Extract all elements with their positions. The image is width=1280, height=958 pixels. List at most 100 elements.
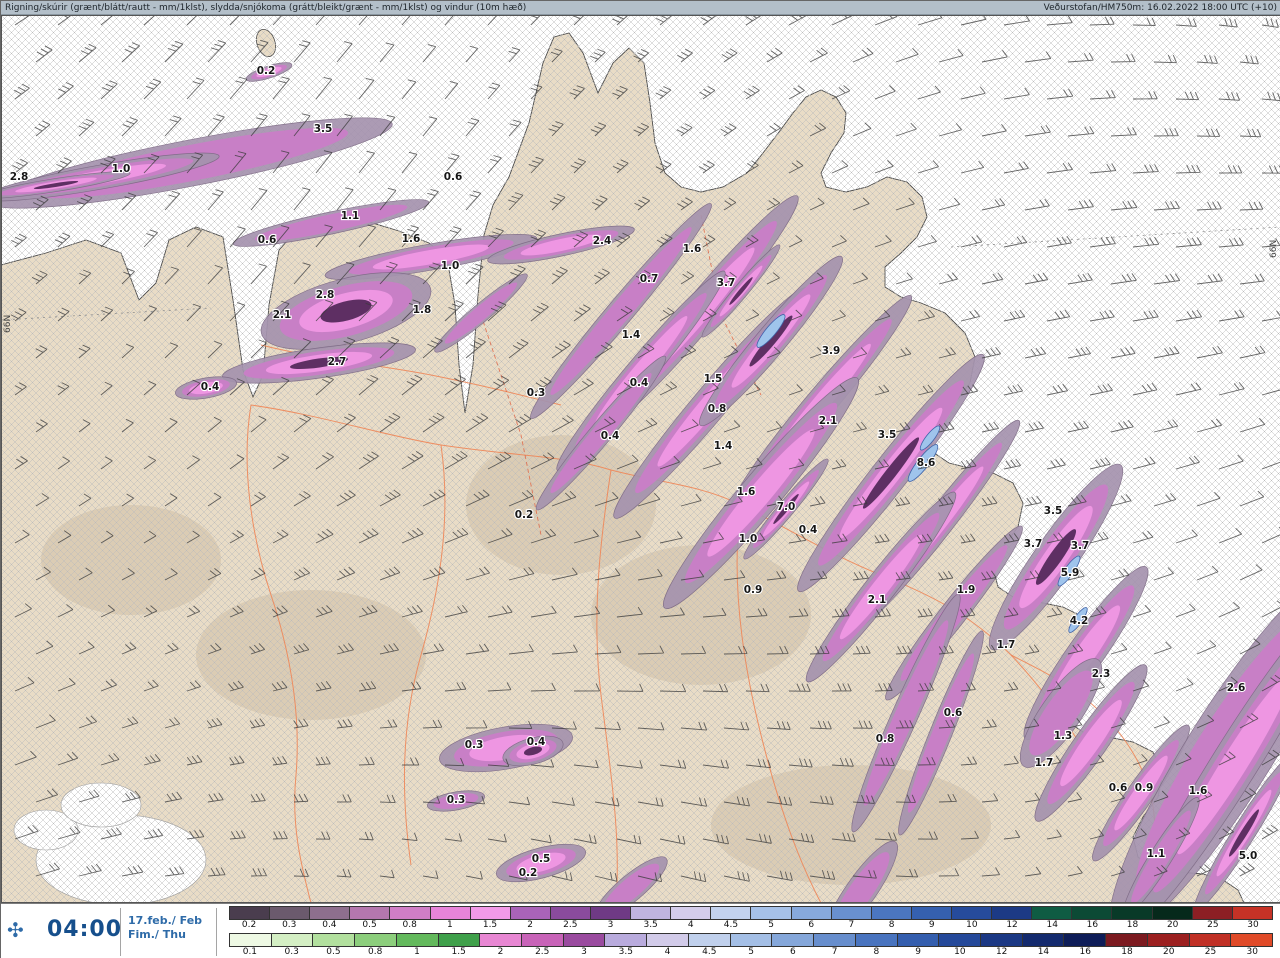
legend-swatch bbox=[1152, 907, 1193, 919]
precip-value-label: 2.7 bbox=[328, 356, 347, 368]
legend-value: 4.5 bbox=[723, 920, 739, 930]
legend-swatch bbox=[590, 907, 632, 919]
precip-value-label: 2.8 bbox=[316, 289, 335, 301]
precip-value-label: 0.4 bbox=[601, 430, 620, 442]
precip-value-label: 4.2 bbox=[1070, 615, 1089, 627]
time-panel: ✣ 04:00 17.feb./ Feb Fim./ Thu bbox=[1, 904, 228, 958]
precip-value-label: 2.1 bbox=[868, 594, 887, 606]
precip-value-label: 0.4 bbox=[799, 524, 818, 536]
legend-swatch bbox=[270, 907, 311, 919]
precip-value-label: 1.4 bbox=[714, 440, 733, 452]
precip-value-label: 0.8 bbox=[876, 733, 895, 745]
legend-swatch bbox=[438, 934, 481, 946]
legend-swatch bbox=[730, 934, 773, 946]
precip-value-label: 1.1 bbox=[1147, 848, 1166, 860]
legend-swatch bbox=[688, 934, 731, 946]
legend-swatch bbox=[396, 934, 439, 946]
rain-scale-swatches bbox=[229, 933, 1273, 947]
legend-value: 0.3 bbox=[284, 947, 299, 957]
legend-swatch bbox=[230, 934, 272, 946]
legend-value: 20 bbox=[1163, 947, 1175, 957]
legend-value: 14 bbox=[1037, 947, 1050, 957]
legend-value: 0.5 bbox=[362, 920, 377, 930]
legend-swatch bbox=[563, 934, 606, 946]
precip-value-label: 0.9 bbox=[1135, 782, 1154, 794]
legend-value: 3.5 bbox=[618, 947, 633, 957]
legend-swatch bbox=[350, 907, 391, 919]
precip-value-label: 0.3 bbox=[447, 794, 466, 806]
precip-value-label: 1.4 bbox=[622, 329, 641, 341]
legend-swatch bbox=[271, 934, 314, 946]
legend-swatch bbox=[751, 907, 792, 919]
legend-value: 3 bbox=[581, 947, 587, 957]
legend-swatch bbox=[711, 907, 752, 919]
precip-value-label: 0.9 bbox=[744, 584, 763, 596]
legend-swatch bbox=[897, 934, 940, 946]
legend-value: 0.8 bbox=[368, 947, 383, 957]
legend-swatch bbox=[1189, 934, 1232, 946]
legend-value: 0.5 bbox=[326, 947, 341, 957]
legend-swatch bbox=[310, 907, 351, 919]
legend-value: 3 bbox=[607, 920, 614, 930]
legend-swatch bbox=[230, 907, 271, 919]
precip-value-label: 0.3 bbox=[527, 387, 546, 399]
precip-value-label: 3.7 bbox=[1024, 538, 1043, 550]
legend-swatch bbox=[1232, 907, 1272, 919]
legend-value: 20 bbox=[1166, 920, 1179, 930]
legend-swatch bbox=[355, 934, 397, 946]
weather-app-window: Rigning/skúrir (grænt/blátt/rautt - mm/1… bbox=[0, 0, 1280, 958]
legend-swatch bbox=[522, 934, 564, 946]
precip-value-label: 0.5 bbox=[532, 853, 551, 865]
legend-value: 2 bbox=[527, 920, 534, 930]
legend-swatch bbox=[550, 907, 591, 919]
legend-value: 0.1 bbox=[242, 947, 258, 957]
precip-value-label: 1.0 bbox=[739, 533, 758, 545]
legend-swatch bbox=[992, 907, 1033, 919]
legend-value: 2 bbox=[497, 947, 504, 957]
forecast-time: 04:00 bbox=[47, 917, 123, 942]
legend-swatch bbox=[671, 907, 712, 919]
legend-value: 4 bbox=[687, 920, 694, 930]
rain-scale-values: 0.1 0.3 0.5 0.8 1 1.5 2 2.5 3 3.5 4 4.5 5 6 7 8 9 10 12 14 1… bbox=[229, 947, 1273, 958]
compass-icon: ✣ bbox=[7, 918, 24, 942]
precip-value-label: 0.4 bbox=[201, 381, 220, 393]
latitude-label: 66N bbox=[1269, 240, 1279, 258]
date-line-2: Fim./ Thu bbox=[128, 928, 186, 941]
precip-value-label: 7.0 bbox=[777, 501, 796, 513]
legend-value: 2.5 bbox=[563, 920, 578, 930]
legend-value: 5 bbox=[768, 920, 774, 930]
precip-value-label: 1.6 bbox=[737, 486, 756, 498]
precip-value-label: 0.6 bbox=[944, 707, 963, 719]
precip-value-label: 2.3 bbox=[1092, 668, 1111, 680]
legend-value: 16 bbox=[1086, 920, 1099, 930]
legend-swatch bbox=[1231, 934, 1272, 946]
legend-swatch bbox=[470, 907, 511, 919]
precip-value-label: 0.3 bbox=[465, 739, 484, 751]
legend-value: 1 bbox=[414, 947, 420, 957]
precip-value-label: 2.8 bbox=[10, 171, 29, 183]
precip-value-label: 3.5 bbox=[314, 123, 333, 135]
legend-value: 4.5 bbox=[702, 947, 717, 957]
legend-value: 5 bbox=[748, 947, 754, 957]
legend-swatch bbox=[1112, 907, 1153, 919]
sleet-snow-scale: 0.2 0.3 0.4 0.5 0.8 1 1.5 2 2.5 3 3.5 4 4.5 5 6 7 8 9 10 12… bbox=[229, 906, 1273, 931]
legend-swatch bbox=[831, 907, 872, 919]
precip-value-label: 1.5 bbox=[704, 373, 723, 385]
precip-value-label: 2.6 bbox=[1227, 682, 1246, 694]
precip-value-label: 0.4 bbox=[630, 377, 649, 389]
legend-swatch bbox=[1064, 934, 1107, 946]
legend-value: 0.4 bbox=[322, 920, 337, 930]
legend-value: 7 bbox=[831, 947, 838, 957]
legend-value: 1 bbox=[446, 920, 453, 930]
precip-value-label: 1.6 bbox=[1189, 785, 1208, 797]
precip-value-label: 1.7 bbox=[997, 639, 1016, 651]
precip-value-label: 0.2 bbox=[515, 509, 534, 521]
precip-value-label: 1.7 bbox=[1035, 757, 1054, 769]
legend-value: 0.2 bbox=[241, 920, 257, 930]
legend-value: 0.8 bbox=[402, 920, 417, 930]
legend-value: 9 bbox=[928, 920, 935, 930]
legend-swatch bbox=[951, 907, 993, 919]
legend-value: 10 bbox=[954, 947, 966, 957]
precip-value-label: 2.1 bbox=[273, 309, 292, 321]
precip-value-label: 0.2 bbox=[519, 867, 538, 879]
